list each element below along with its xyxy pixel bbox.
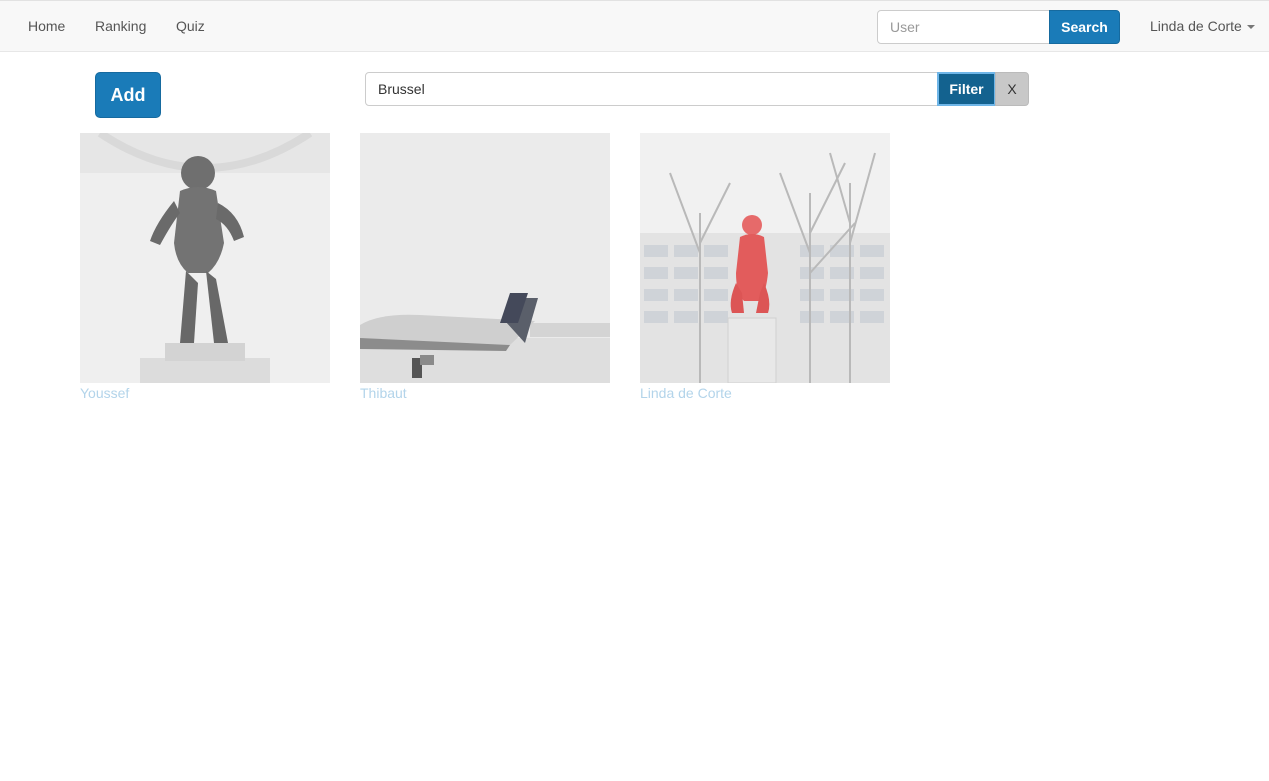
gallery-author-link[interactable]: Linda de Corte: [640, 385, 890, 401]
gallery-item: Linda de Corte: [640, 133, 890, 401]
filter-input[interactable]: [365, 72, 938, 106]
user-search-button[interactable]: Search: [1049, 10, 1120, 44]
filter-button[interactable]: Filter: [937, 72, 996, 106]
nav-quiz-link[interactable]: Quiz: [176, 18, 205, 34]
airplane-photo[interactable]: [360, 133, 610, 383]
statue-photo[interactable]: [80, 133, 330, 383]
gallery-author-link[interactable]: Youssef: [80, 385, 330, 401]
top-navbar: Home Ranking Quiz Search Linda de Corte: [0, 0, 1269, 52]
nav-home-link[interactable]: Home: [28, 18, 65, 34]
red-statue-photo[interactable]: [640, 133, 890, 383]
gallery-item: Youssef: [80, 133, 330, 401]
nav-ranking-link[interactable]: Ranking: [95, 18, 146, 34]
add-button[interactable]: Add: [95, 72, 161, 118]
user-menu-dropdown[interactable]: Linda de Corte: [1150, 18, 1255, 34]
clear-filter-button[interactable]: X: [995, 72, 1029, 106]
user-search-input[interactable]: [877, 10, 1050, 44]
gallery-item: Thibaut: [360, 133, 610, 401]
caret-down-icon: [1246, 25, 1255, 30]
user-menu-label: Linda de Corte: [1150, 18, 1242, 34]
gallery-author-link[interactable]: Thibaut: [360, 385, 610, 401]
